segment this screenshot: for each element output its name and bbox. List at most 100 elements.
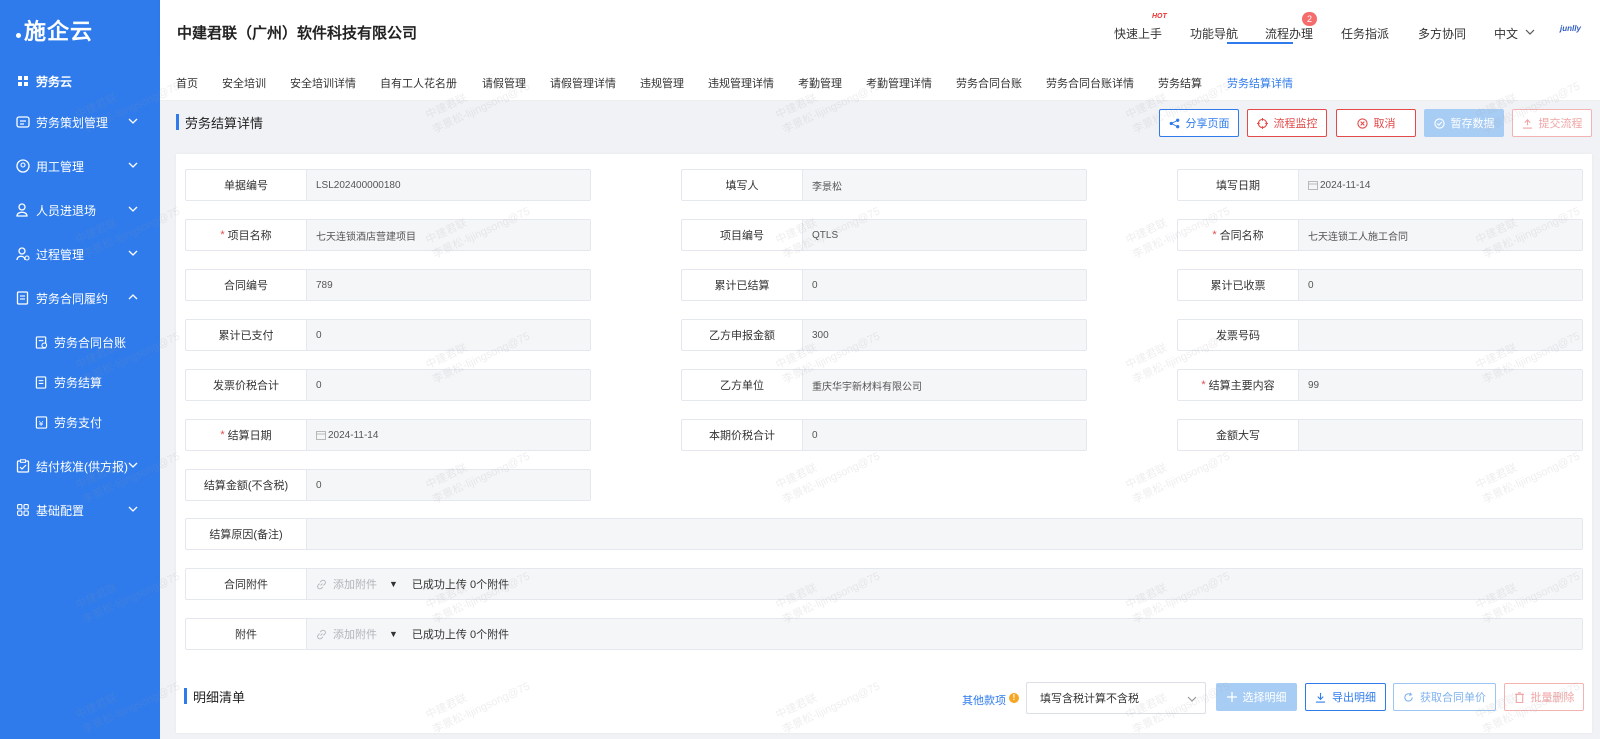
sidebar-item-settlement[interactable]: 劳务结算 (0, 362, 160, 402)
field-label-text: 项目名称 (227, 230, 272, 242)
settle-date-input[interactable]: 2024-11-14 (307, 420, 590, 450)
contract-attachment-area: 添加附件 ▼ 已成功上传 0个附件 (307, 569, 1582, 599)
warning-icon: ! (1009, 693, 1019, 703)
tab-attendance[interactable]: 考勤管理 (798, 75, 842, 91)
project-no-value: QTLS (803, 220, 1086, 250)
doc-no-field: 单据编号 LSL202400000180 (185, 169, 591, 201)
submit-process-button[interactable]: 提交流程 (1512, 109, 1592, 137)
tab-leave[interactable]: 请假管理 (482, 75, 526, 91)
sidebar-item-label: 过程管理 (36, 247, 85, 262)
field-label: 结算原因(备注) (186, 519, 307, 549)
detail-title: 明细清单 (193, 690, 246, 705)
choose-detail-button[interactable]: 选择明细 (1216, 683, 1297, 711)
settle-amount-field: 结算金额(不含税) 0 (185, 469, 591, 501)
tab-attendance-detail[interactable]: 考勤管理详情 (866, 75, 932, 91)
export-detail-button[interactable]: 导出明细 (1305, 683, 1386, 711)
contract-name-input[interactable]: 七天连锁工人施工合同 (1299, 220, 1582, 250)
sidebar-item-label: 结付核准(供方报) (36, 459, 128, 474)
calendar-icon (1308, 180, 1318, 190)
sidebar-item-config[interactable]: 基础配置 (0, 490, 160, 530)
contract-icon (16, 291, 30, 305)
tax-mode-select[interactable]: 填写含税计算不含税 (1026, 682, 1206, 714)
tab-violation-detail[interactable]: 违规管理详情 (708, 75, 774, 91)
other-fees-link[interactable]: 其他款项 (962, 692, 1006, 708)
choose-detail-label: 选择明细 (1242, 692, 1287, 704)
ledger-icon (34, 335, 48, 349)
add-attachment-button[interactable]: 添加附件 (316, 576, 377, 592)
required-mark: * (220, 429, 225, 441)
field-label: 累计已结算 (682, 270, 803, 300)
field-label: 附件 (186, 619, 307, 649)
header-collaboration[interactable]: 多方协同 (1418, 25, 1466, 42)
field-label: 合同附件 (186, 569, 307, 599)
header-task-assign[interactable]: 任务指派 (1341, 25, 1389, 42)
fill-date-value: 2024-11-14 (1320, 179, 1371, 191)
process-monitor-label: 流程监控 (1273, 118, 1318, 130)
share-page-button[interactable]: 分享页面 (1159, 109, 1239, 137)
sidebar-item-planning[interactable]: 劳务策划管理 (0, 102, 160, 142)
process-monitor-button[interactable]: 流程监控 (1247, 109, 1327, 137)
attachment-area: 添加附件 ▼ 已成功上传 0个附件 (307, 619, 1582, 649)
apps-icon (16, 503, 30, 517)
cancel-button[interactable]: 取消 (1336, 109, 1416, 137)
invoice-no-input[interactable] (1299, 320, 1582, 350)
export-detail-label: 导出明细 (1332, 692, 1376, 704)
sidebar-item-process[interactable]: 过程管理 (0, 234, 160, 274)
total-settled-field: 累计已结算 0 (681, 269, 1087, 301)
chevron-down-icon (128, 118, 138, 124)
sidebar-item-contract-ledger[interactable]: 劳务合同台账 (0, 322, 160, 362)
tab-settlement[interactable]: 劳务结算 (1158, 75, 1202, 91)
tab-contract-ledger[interactable]: 劳务合同台账 (956, 75, 1022, 91)
submit-process-label: 提交流程 (1538, 118, 1583, 130)
attachment-field: 附件 添加附件 ▼ 已成功上传 0个附件 (185, 618, 1583, 650)
sidebar-item-employment[interactable]: 用工管理 (0, 146, 160, 186)
sidebar-item-labor-cloud[interactable]: 劳务云 (0, 61, 160, 101)
batch-delete-label: 批量删除 (1530, 692, 1575, 704)
active-tab-indicator (1227, 42, 1293, 44)
check-circle-icon (1433, 117, 1445, 129)
total-paid-field: 累计已支付 0 (185, 319, 591, 351)
field-label: 累计已收票 (1178, 270, 1299, 300)
field-label: * 项目名称 (186, 220, 307, 250)
tab-contract-ledger-detail[interactable]: 劳务合同台账详情 (1046, 75, 1134, 91)
chevron-down-icon[interactable] (1525, 28, 1535, 36)
tab-leave-detail[interactable]: 请假管理详情 (550, 75, 616, 91)
tab-home[interactable]: 首页 (176, 75, 198, 91)
contract-no-field: 合同编号 789 (185, 269, 591, 301)
sidebar-item-contract-fulfil[interactable]: 劳务合同履约 (0, 278, 160, 318)
tab-violation[interactable]: 违规管理 (640, 75, 684, 91)
page-tabs: 首页 安全培训 安全培训详情 自有工人花名册 请假管理 请假管理详情 违规管理 … (160, 56, 1600, 101)
sidebar-item-approval[interactable]: 结付核准(供方报) (0, 446, 160, 486)
save-draft-button[interactable]: 暂存数据 (1424, 109, 1504, 137)
sidebar-item-payment[interactable]: ¥ 劳务支付 (0, 402, 160, 442)
settle-icon (34, 375, 48, 389)
party-b-amount-value: 300 (803, 320, 1086, 350)
reason-input[interactable] (307, 519, 1582, 549)
add-attachment-button[interactable]: 添加附件 (316, 626, 377, 642)
pay-icon: ¥ (34, 415, 48, 429)
header-workflow[interactable]: 流程办理 (1265, 25, 1313, 42)
tab-safety-training-detail[interactable]: 安全培训详情 (290, 75, 356, 91)
contract-no-value: 789 (307, 270, 590, 300)
tab-settlement-detail[interactable]: 劳务结算详情 (1227, 75, 1293, 91)
fetch-unit-price-button[interactable]: 获取合同单价 (1393, 683, 1496, 711)
sidebar-item-personnel[interactable]: 人员进退场 (0, 190, 160, 230)
batch-delete-button[interactable]: 批量删除 (1504, 683, 1584, 711)
settle-content-input[interactable]: 99 (1299, 370, 1582, 400)
plus-icon (1226, 692, 1237, 702)
tab-safety-training[interactable]: 安全培训 (222, 75, 266, 91)
logo-dot-icon (16, 32, 21, 38)
target-icon (1256, 117, 1268, 129)
language-select[interactable]: 中文 (1494, 25, 1518, 42)
tab-worker-roster[interactable]: 自有工人花名册 (380, 75, 457, 91)
project-name-input[interactable]: 七天连锁酒店营建项目 (307, 220, 590, 250)
fill-date-input[interactable]: 2024-11-14 (1299, 170, 1582, 200)
header-function-nav[interactable]: 功能导航 (1190, 25, 1238, 42)
caret-down-icon[interactable]: ▼ (389, 579, 398, 589)
calendar-icon (316, 430, 326, 440)
amount-upper-field: 金额大写 (1177, 419, 1583, 451)
header-quick-start[interactable]: 快速上手 (1114, 25, 1162, 42)
upload-status: 已成功上传 0个附件 (411, 579, 510, 591)
caret-down-icon[interactable]: ▼ (389, 629, 398, 639)
app-logo[interactable]: 施企云 (0, 0, 160, 60)
